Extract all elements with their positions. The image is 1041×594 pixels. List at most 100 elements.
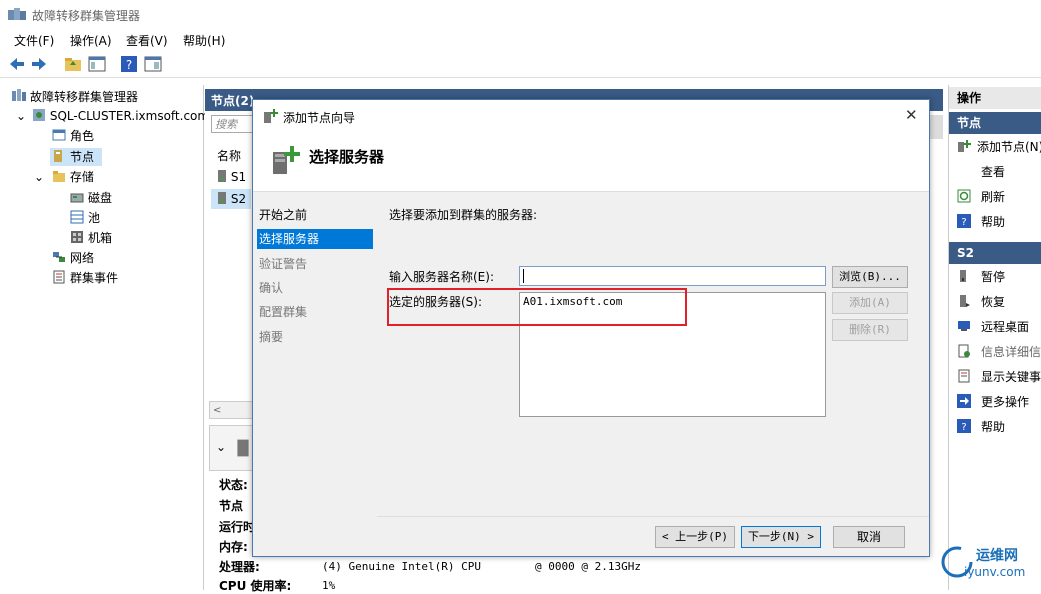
chevron-down-icon[interactable]: ⌄ <box>16 107 28 125</box>
help-icon[interactable]: ? <box>120 55 138 73</box>
menu-view[interactable]: 查看(V) <box>126 32 168 49</box>
enclosure-icon <box>71 231 83 243</box>
tree-item-networks[interactable]: 网络 <box>52 249 94 267</box>
tree-root[interactable]: 故障转移群集管理器 <box>12 88 138 106</box>
cancel-button[interactable]: 取消 <box>833 526 905 548</box>
remove-button[interactable]: 删除(R) <box>832 319 908 341</box>
horizontal-scrollbar[interactable]: < <box>209 401 253 419</box>
window-titlebar: 故障转移群集管理器 <box>0 0 1041 30</box>
back-button[interactable]: < 上一步(P) <box>655 526 735 548</box>
refresh-action[interactable]: 刷新 <box>957 187 1005 207</box>
instruction-text: 选择要添加到群集的服务器: <box>389 208 538 222</box>
action-label: 刷新 <box>981 190 1006 204</box>
tree-item-enclosures[interactable]: 机箱 <box>70 229 112 247</box>
close-icon[interactable]: ✕ <box>905 106 918 124</box>
tree-item-label: 群集事件 <box>70 271 119 285</box>
menu-file[interactable]: 文件(F) <box>14 32 54 49</box>
tree-item-label: 网络 <box>70 251 95 265</box>
add-node-wizard-dialog: 添加节点向导 ✕ 选择服务器 开始之前 选择服务器 验证警告 确认 配置群集 摘… <box>252 99 930 557</box>
step-summary: 摘要 <box>259 330 284 344</box>
tree-item-roles[interactable]: 角色 <box>52 127 94 145</box>
disk-icon <box>70 193 84 203</box>
detail-label-memory: 内存: <box>219 540 248 554</box>
tree-item-pools[interactable]: 池 <box>70 209 100 227</box>
vertical-scrollbar[interactable] <box>929 115 943 139</box>
search-placeholder: 搜索 <box>215 118 237 131</box>
chevron-down-icon[interactable]: ⌄ <box>216 440 226 454</box>
info-details-icon <box>958 344 970 358</box>
back-arrow-icon[interactable] <box>8 55 26 73</box>
action-label: 恢复 <box>981 295 1006 309</box>
svg-text:?: ? <box>126 58 132 72</box>
svg-text:?: ? <box>961 422 966 433</box>
column-header-name[interactable]: 名称 <box>217 147 241 164</box>
add-node-icon <box>264 109 278 123</box>
add-node-action[interactable]: 添加节点(N)... <box>957 137 1041 157</box>
menu-bar: 文件(F) 操作(A) 查看(V) 帮助(H) <box>0 30 1041 50</box>
actions-section-s2: S2 <box>949 242 1041 264</box>
tree-item-cluster-events[interactable]: 群集事件 <box>52 269 118 287</box>
more-actions-icon <box>957 394 971 408</box>
tree-root-label: 故障转移群集管理器 <box>30 90 139 104</box>
action-label: 更多操作 <box>981 395 1030 409</box>
actions-pane: 操作 节点 添加节点(N)... 查看 刷新 ? 帮助 S2 暂停 恢复 远程桌面… <box>948 85 1041 590</box>
tree-item-label: 磁盘 <box>88 191 113 205</box>
action-pane-icon[interactable] <box>144 55 162 73</box>
tree-item-disks[interactable]: 磁盘 <box>70 189 112 207</box>
actions-header: 操作 <box>949 87 1041 109</box>
add-button[interactable]: 添加(A) <box>832 292 908 314</box>
action-label: 远程桌面 <box>981 320 1030 334</box>
menu-action[interactable]: 操作(A) <box>70 32 112 49</box>
forward-arrow-icon[interactable] <box>30 55 48 73</box>
resume-action[interactable]: 恢复 <box>957 292 1005 312</box>
toolbar: ? <box>0 51 1041 78</box>
help-action[interactable]: ? 帮助 <box>957 212 1005 232</box>
action-label: 暂停 <box>981 270 1006 284</box>
tree-item-nodes[interactable]: 节点 <box>50 148 102 166</box>
show-critical-events-action[interactable]: 显示关键事件 <box>957 367 1041 387</box>
detail-label-runtime: 运行时 <box>219 520 256 534</box>
roles-icon <box>52 129 66 141</box>
dialog-heading: 选择服务器 <box>309 148 385 166</box>
actions-section-nodes: 节点 <box>949 112 1041 134</box>
search-input[interactable]: 搜索 <box>211 115 257 133</box>
action-label: 帮助 <box>981 215 1006 229</box>
dialog-titlebar: 添加节点向导 ✕ <box>253 100 929 132</box>
more-actions[interactable]: 更多操作 <box>957 392 1029 412</box>
pause-icon <box>960 270 966 282</box>
help-action-s2[interactable]: ? 帮助 <box>957 417 1005 437</box>
add-server-icon <box>273 146 300 174</box>
browse-button[interactable]: 浏览(B)... <box>832 266 908 288</box>
view-action[interactable]: 查看 <box>981 162 1005 182</box>
remote-desktop-action[interactable]: 远程桌面 <box>957 317 1029 337</box>
table-row[interactable]: S1 <box>217 167 246 187</box>
watermark-text: 运维网 <box>976 548 1018 564</box>
cluster-manager-icon <box>8 8 26 20</box>
tree-item-label: 角色 <box>70 129 95 143</box>
action-label: 显示关键事件 <box>981 370 1041 384</box>
chevron-down-icon[interactable]: ⌄ <box>34 168 48 186</box>
server-name-input[interactable] <box>519 266 826 286</box>
table-row[interactable]: S2 <box>211 189 251 209</box>
tree-item-storage[interactable]: ⌄ 存储 <box>34 168 94 186</box>
folder-up-icon[interactable] <box>64 55 82 73</box>
storage-folder-icon <box>52 171 65 182</box>
refresh-icon <box>957 189 971 203</box>
tree-cluster[interactable]: ⌄ SQL-CLUSTER.ixmsoft.com <box>16 107 209 125</box>
cluster-icon <box>32 109 45 121</box>
information-details-action[interactable]: 信息详细信息 <box>957 342 1041 362</box>
watermark-url: iyunv.com <box>964 565 1026 579</box>
row-name: S1 <box>230 170 247 184</box>
pause-action[interactable]: 暂停 <box>957 267 1005 287</box>
show-hide-tree-icon[interactable] <box>88 55 106 73</box>
row-name: S2 <box>230 192 247 206</box>
help-icon: ? <box>957 214 971 228</box>
menu-help[interactable]: 帮助(H) <box>183 32 225 49</box>
nodes-header: 节点(2) <box>211 94 255 108</box>
details-header: ⌄ <box>209 425 253 471</box>
step-select-servers[interactable]: 选择服务器 <box>257 229 373 249</box>
step-before-you-begin[interactable]: 开始之前 <box>257 205 373 225</box>
text-cursor <box>523 269 524 283</box>
next-button[interactable]: 下一步(N) > <box>741 526 821 548</box>
remote-desktop-icon <box>958 321 970 331</box>
